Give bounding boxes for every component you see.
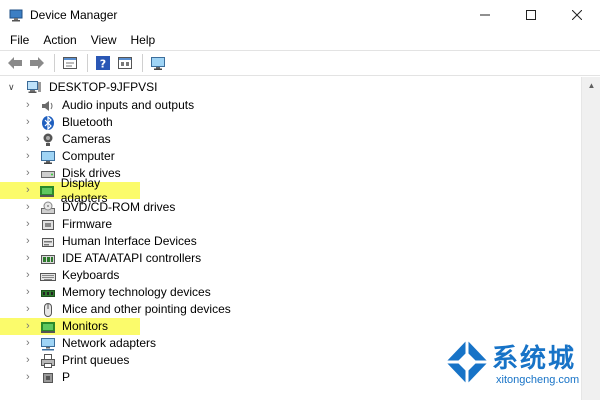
forward-button[interactable] xyxy=(27,53,47,73)
chevron-right-icon[interactable]: › xyxy=(26,199,36,216)
chevron-right-icon[interactable]: › xyxy=(26,352,36,369)
tree-item-cameras[interactable]: › Cameras xyxy=(0,131,581,148)
monitor-icon xyxy=(40,319,56,335)
bluetooth-icon xyxy=(40,115,56,131)
display-adapter-icon xyxy=(39,183,55,199)
chevron-right-icon[interactable]: › xyxy=(26,165,36,182)
toolbar-separator xyxy=(87,54,88,72)
menu-view[interactable]: View xyxy=(84,30,124,50)
tree-item-label: Keyboards xyxy=(62,268,120,282)
chevron-right-icon[interactable]: › xyxy=(26,369,36,386)
menu-bar: File Action View Help xyxy=(0,30,600,50)
watermark: 系统城 xitongcheng.com xyxy=(442,336,592,396)
chevron-right-icon[interactable]: › xyxy=(26,318,36,335)
menu-help[interactable]: Help xyxy=(124,30,163,50)
tree-root[interactable]: ∨ DESKTOP-9JFPVSI xyxy=(0,77,581,97)
svg-text:?: ? xyxy=(100,58,106,71)
tree-item-memory-technology-devices[interactable]: › Memory technology devices xyxy=(0,284,581,301)
chevron-down-icon[interactable]: ∨ xyxy=(8,82,20,93)
tree-item-display-adapters[interactable]: › Display adapters xyxy=(0,176,140,205)
tree-item-label: Audio inputs and outputs xyxy=(62,98,195,112)
tree-item-label: Cameras xyxy=(62,132,111,146)
tree-item-label: Human Interface Devices xyxy=(62,234,197,248)
help-button[interactable]: ? xyxy=(93,53,113,73)
windows-logo-watermark xyxy=(446,340,488,384)
tree-item-label: Network adapters xyxy=(62,336,157,350)
root-label: DESKTOP-9JFPVSI xyxy=(49,80,158,94)
tree-item-ide-ata-atapi-controllers[interactable]: › IDE ATA/ATAPI controllers xyxy=(0,250,581,267)
memory-icon xyxy=(40,285,56,301)
keyboard-icon xyxy=(40,268,56,284)
tree-item-human-interface-devices[interactable]: › Human Interface Devices xyxy=(0,233,581,250)
tree-item-label: Monitors xyxy=(62,319,109,333)
tree-item-monitors[interactable]: › Monitors xyxy=(0,318,140,335)
monitor-icon xyxy=(151,57,165,70)
tree-item-label: IDE ATA/ATAPI controllers xyxy=(62,251,202,265)
menu-action[interactable]: Action xyxy=(36,30,83,50)
tree-item-label: Mice and other pointing devices xyxy=(62,302,231,316)
computer-desktop-icon xyxy=(27,81,41,93)
menu-file[interactable]: File xyxy=(0,30,36,50)
chevron-right-icon[interactable]: › xyxy=(26,301,36,318)
show-hidden-button[interactable] xyxy=(115,53,135,73)
tree-item-label: Computer xyxy=(62,149,115,163)
back-button[interactable] xyxy=(5,53,25,73)
processor-icon xyxy=(40,370,56,386)
dvd-drive-icon xyxy=(40,200,56,216)
device-manager-app-icon xyxy=(8,7,24,23)
scroll-up-arrow-icon[interactable]: ▲ xyxy=(582,77,600,94)
scan-hardware-button[interactable] xyxy=(148,53,168,73)
chevron-right-icon[interactable]: › xyxy=(26,250,36,267)
tree-item-computer[interactable]: › Computer xyxy=(0,148,581,165)
tree-item-bluetooth[interactable]: › Bluetooth xyxy=(0,114,581,131)
chevron-right-icon[interactable]: › xyxy=(26,97,36,114)
window-title: Device Manager xyxy=(30,8,118,22)
chevron-right-icon[interactable]: › xyxy=(26,233,36,250)
title-bar: Device Manager xyxy=(0,0,600,30)
tree-item-dvd-cd-rom-drives[interactable]: › DVD/CD-ROM drives xyxy=(0,199,581,216)
ide-controller-icon xyxy=(40,251,56,267)
disk-drive-icon xyxy=(40,166,56,182)
tree-item-label: Memory technology devices xyxy=(62,285,211,299)
show-hidden-icon xyxy=(118,57,132,69)
toolbar-separator xyxy=(54,54,55,72)
tree-item-label: DVD/CD-ROM drives xyxy=(62,200,176,214)
chevron-right-icon[interactable]: › xyxy=(26,131,36,148)
tree-item-mice-and-other-pointing-devices[interactable]: › Mice and other pointing devices xyxy=(0,301,581,318)
speaker-icon xyxy=(40,98,56,114)
tree-item-audio-inputs-and-outputs[interactable]: › Audio inputs and outputs xyxy=(0,97,581,114)
help-icon: ? xyxy=(96,56,110,71)
forward-arrow-icon xyxy=(30,57,44,69)
network-adapter-icon xyxy=(40,336,56,352)
tree-item-label: Firmware xyxy=(62,217,112,231)
close-button[interactable] xyxy=(554,0,600,30)
printer-icon xyxy=(40,353,56,369)
tree-item-keyboards[interactable]: › Keyboards xyxy=(0,267,581,284)
camera-icon xyxy=(40,132,56,148)
watermark-url: xitongcheng.com xyxy=(496,374,580,386)
chevron-right-icon[interactable]: › xyxy=(26,216,36,233)
watermark-text: 系统城 xyxy=(492,344,577,374)
hid-icon xyxy=(40,234,56,250)
mouse-icon xyxy=(40,302,56,318)
properties-button[interactable] xyxy=(60,53,80,73)
minimize-button[interactable] xyxy=(462,0,508,30)
toolbar: ? xyxy=(0,50,600,76)
tree-item-label: P xyxy=(62,370,71,384)
maximize-button[interactable] xyxy=(508,0,554,30)
tree-item-label: Print queues xyxy=(62,353,130,367)
chevron-right-icon[interactable]: › xyxy=(26,267,36,284)
firmware-icon xyxy=(40,217,56,233)
chevron-right-icon[interactable]: › xyxy=(26,148,36,165)
computer-icon xyxy=(40,149,56,165)
properties-icon xyxy=(63,57,77,69)
toolbar-separator xyxy=(142,54,143,72)
chevron-right-icon[interactable]: › xyxy=(26,114,36,131)
chevron-right-icon[interactable]: › xyxy=(26,182,35,199)
chevron-right-icon[interactable]: › xyxy=(26,284,36,301)
tree-item-firmware[interactable]: › Firmware xyxy=(0,216,581,233)
tree-item-label: Bluetooth xyxy=(62,115,113,129)
chevron-right-icon[interactable]: › xyxy=(26,335,36,352)
back-arrow-icon xyxy=(8,57,22,69)
